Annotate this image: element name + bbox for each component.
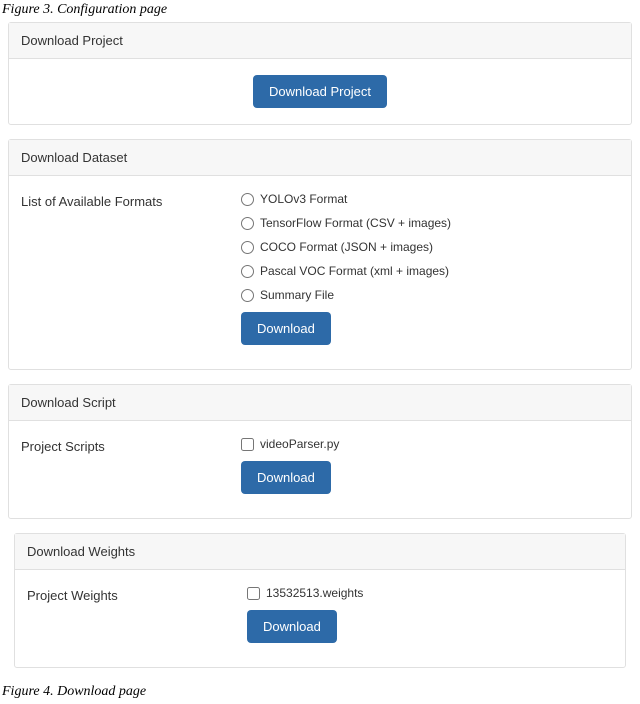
download-dataset-body: List of Available Formats YOLOv3 Format … (9, 176, 631, 369)
download-dataset-button[interactable]: Download (241, 312, 331, 345)
download-weights-panel: Download Weights Project Weights 1353251… (14, 533, 626, 668)
download-weights-body: Project Weights 13532513.weights Downloa… (15, 570, 625, 667)
dataset-option-coco[interactable]: COCO Format (JSON + images) (241, 240, 619, 254)
dataset-option-label: TensorFlow Format (CSV + images) (260, 216, 451, 230)
project-scripts-label: Project Scripts (21, 437, 241, 454)
download-project-panel: Download Project Download Project (8, 22, 632, 125)
download-dataset-panel: Download Dataset List of Available Forma… (8, 139, 632, 370)
dataset-option-label: YOLOv3 Format (260, 192, 347, 206)
download-weights-header: Download Weights (15, 534, 625, 570)
dataset-option-pascalvoc[interactable]: Pascal VOC Format (xml + images) (241, 264, 619, 278)
dataset-option-yolov3[interactable]: YOLOv3 Format (241, 192, 619, 206)
download-script-body: Project Scripts videoParser.py Download (9, 421, 631, 518)
script-option-label: videoParser.py (260, 437, 339, 451)
weights-option-label: 13532513.weights (266, 586, 363, 600)
download-project-header: Download Project (9, 23, 631, 59)
dataset-formats-label: List of Available Formats (21, 192, 241, 209)
download-script-header: Download Script (9, 385, 631, 421)
download-weights-button[interactable]: Download (247, 610, 337, 643)
dataset-option-tensorflow[interactable]: TensorFlow Format (CSV + images) (241, 216, 619, 230)
download-dataset-header: Download Dataset (9, 140, 631, 176)
radio-tensorflow[interactable] (241, 217, 254, 230)
radio-yolov3[interactable] (241, 193, 254, 206)
radio-pascalvoc[interactable] (241, 265, 254, 278)
dataset-option-label: Pascal VOC Format (xml + images) (260, 264, 449, 278)
download-script-panel: Download Script Project Scripts videoPar… (8, 384, 632, 519)
download-project-body: Download Project (9, 59, 631, 124)
figure-4-caption: Figure 4. Download page (0, 682, 640, 704)
figure-3-caption: Figure 3. Configuration page (0, 0, 640, 22)
radio-coco[interactable] (241, 241, 254, 254)
dataset-option-label: Summary File (260, 288, 334, 302)
project-weights-label: Project Weights (27, 586, 247, 603)
dataset-option-summary[interactable]: Summary File (241, 288, 619, 302)
weights-option[interactable]: 13532513.weights (247, 586, 613, 600)
dataset-option-label: COCO Format (JSON + images) (260, 240, 433, 254)
download-project-button[interactable]: Download Project (253, 75, 387, 108)
script-option-videoparser[interactable]: videoParser.py (241, 437, 619, 451)
checkbox-weights[interactable] (247, 587, 260, 600)
download-script-button[interactable]: Download (241, 461, 331, 494)
checkbox-videoparser[interactable] (241, 438, 254, 451)
radio-summary[interactable] (241, 289, 254, 302)
